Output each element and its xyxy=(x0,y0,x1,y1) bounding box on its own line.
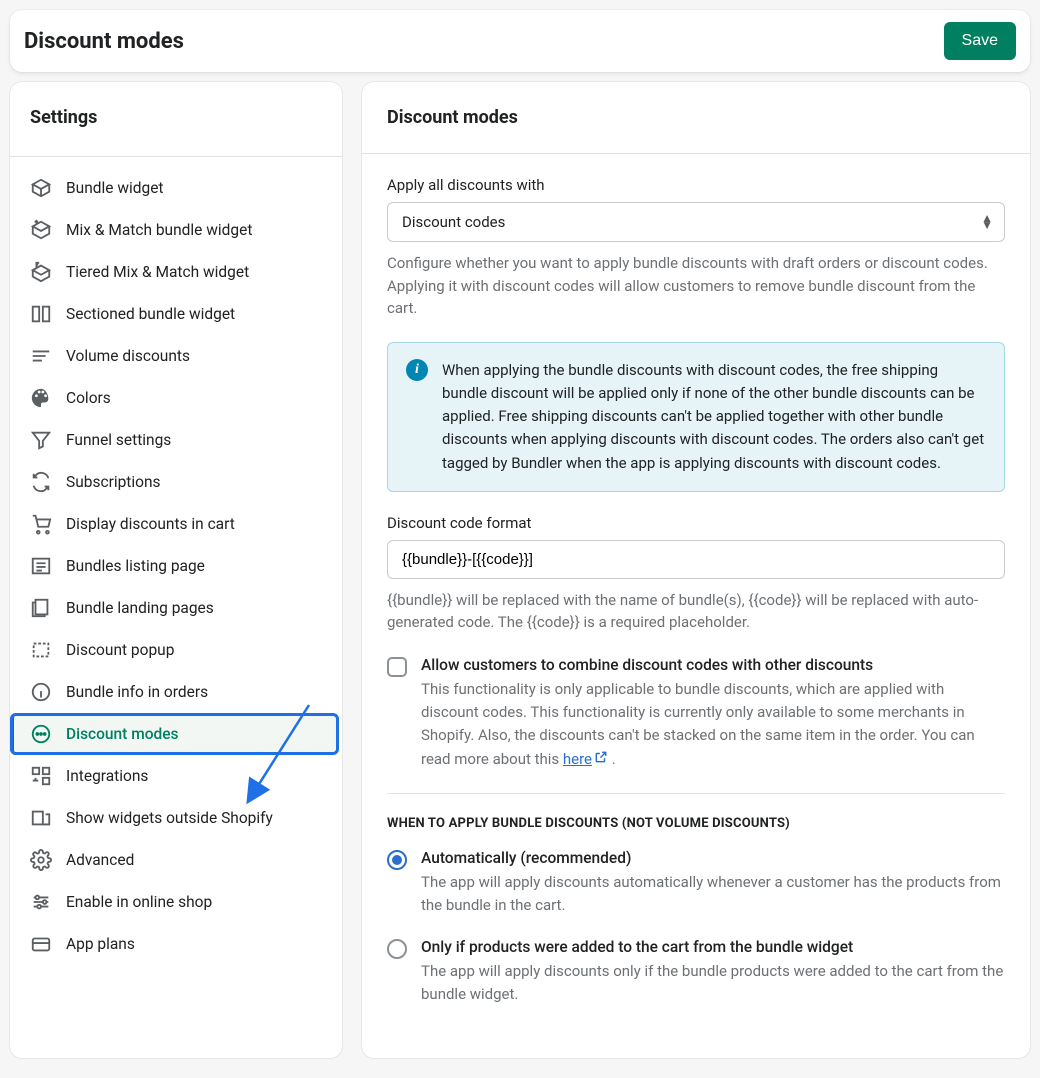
sidebar-item-outside[interactable]: Show widgets outside Shopify xyxy=(10,797,342,839)
sidebar-item-plans[interactable]: App plans xyxy=(10,923,342,965)
card-icon xyxy=(30,933,52,955)
radio-automatic-label: Automatically (recommended) xyxy=(421,849,1005,867)
sidebar-item-popup[interactable]: Discount popup xyxy=(10,629,342,671)
volume-discount-icon xyxy=(30,345,52,367)
sidebar-item-label: Bundles listing page xyxy=(66,557,205,575)
external-widget-icon xyxy=(30,807,52,829)
sidebar-item-label: Enable in online shop xyxy=(66,893,212,911)
list-icon xyxy=(30,555,52,577)
save-button[interactable]: Save xyxy=(944,22,1016,60)
combine-link[interactable]: here xyxy=(563,750,608,768)
sidebar-item-label: Advanced xyxy=(66,851,134,869)
when-heading: When to apply bundle discounts (not volu… xyxy=(387,816,1005,831)
sidebar-item-listing[interactable]: Bundles listing page xyxy=(10,545,342,587)
page-header: Discount modes Save xyxy=(10,10,1030,72)
sidebar-item-label: Volume discounts xyxy=(66,347,190,365)
sidebar-item-advanced[interactable]: Advanced xyxy=(10,839,342,881)
palette-icon xyxy=(30,387,52,409)
sidebar-item-label: Discount modes xyxy=(66,725,179,743)
banner-text: When applying the bundle discounts with … xyxy=(442,359,986,475)
sidebar-item-landing[interactable]: Bundle landing pages xyxy=(10,587,342,629)
combine-checkbox[interactable] xyxy=(387,657,407,677)
gear-icon xyxy=(30,849,52,871)
sidebar-item-label: Funnel settings xyxy=(66,431,171,449)
popup-icon xyxy=(30,639,52,661)
code-format-input[interactable] xyxy=(387,540,1005,579)
radio-automatic-input[interactable] xyxy=(387,850,407,870)
modes-icon xyxy=(30,723,52,745)
sidebar-item-label: Tiered Mix & Match widget xyxy=(66,263,249,281)
sidebar-item-tiered[interactable]: Tiered Mix & Match widget xyxy=(10,251,342,293)
radio-automatic[interactable]: Automatically (recommended) The app will… xyxy=(387,849,1005,918)
sidebar-item-mixmatch[interactable]: Mix & Match bundle widget xyxy=(10,209,342,251)
sidebar-item-label: Sectioned bundle widget xyxy=(66,305,235,323)
radio-widget-only-desc: The app will apply discounts only if the… xyxy=(421,960,1005,1007)
external-link-icon xyxy=(594,748,608,771)
cart-icon xyxy=(30,513,52,535)
sidebar-item-label: Show widgets outside Shopify xyxy=(66,809,273,827)
radio-widget-only-input[interactable] xyxy=(387,939,407,959)
sidebar-item-bundle-widget[interactable]: Bundle widget xyxy=(10,167,342,209)
info-icon xyxy=(30,681,52,703)
sidebar-item-cart-discounts[interactable]: Display discounts in cart xyxy=(10,503,342,545)
sidebar-item-sectioned[interactable]: Sectioned bundle widget xyxy=(10,293,342,335)
code-format-label: Discount code format xyxy=(387,514,1005,532)
radio-widget-only-label: Only if products were added to the cart … xyxy=(421,938,1005,956)
code-format-help: {{bundle}} will be replaced with the nam… xyxy=(387,589,1005,634)
main-title: Discount modes xyxy=(362,82,1030,154)
sidebar-item-funnel[interactable]: Funnel settings xyxy=(10,419,342,461)
integrations-icon xyxy=(30,765,52,787)
sidebar-item-label: Bundle info in orders xyxy=(66,683,208,701)
combine-checkbox-row[interactable]: Allow customers to combine discount code… xyxy=(387,656,1005,771)
settings-sidebar: Settings Bundle widget Mix & Match bundl… xyxy=(10,82,342,1058)
sidebar-title: Settings xyxy=(10,82,342,157)
divider xyxy=(387,793,1005,794)
info-circle-icon: i xyxy=(406,359,428,381)
sidebar-item-subscriptions[interactable]: Subscriptions xyxy=(10,461,342,503)
apply-label: Apply all discounts with xyxy=(387,176,1005,194)
sidebar-item-label: Mix & Match bundle widget xyxy=(66,221,252,239)
sliders-icon xyxy=(30,891,52,913)
sidebar-item-label: Integrations xyxy=(66,767,148,785)
radio-widget-only[interactable]: Only if products were added to the cart … xyxy=(387,938,1005,1007)
sections-icon xyxy=(30,303,52,325)
box-stack-icon xyxy=(30,261,52,283)
apply-select[interactable]: Discount codes xyxy=(387,202,1005,242)
sidebar-nav: Bundle widget Mix & Match bundle widget … xyxy=(10,157,342,975)
sidebar-item-enable[interactable]: Enable in online shop xyxy=(10,881,342,923)
pages-icon xyxy=(30,597,52,619)
sidebar-item-info[interactable]: Bundle info in orders xyxy=(10,671,342,713)
sidebar-item-label: Discount popup xyxy=(66,641,174,659)
box-plus-icon xyxy=(30,219,52,241)
sidebar-item-label: Display discounts in cart xyxy=(66,515,235,533)
funnel-icon xyxy=(30,429,52,451)
page-title: Discount modes xyxy=(24,29,184,54)
combine-desc: This functionality is only applicable to… xyxy=(421,678,1005,771)
radio-automatic-desc: The app will apply discounts automatical… xyxy=(421,871,1005,918)
sidebar-item-label: App plans xyxy=(66,935,135,953)
box-icon xyxy=(30,177,52,199)
sidebar-item-label: Bundle landing pages xyxy=(66,599,214,617)
sidebar-item-colors[interactable]: Colors xyxy=(10,377,342,419)
sidebar-item-label: Bundle widget xyxy=(66,179,164,197)
sync-icon xyxy=(30,471,52,493)
apply-help: Configure whether you want to apply bund… xyxy=(387,252,1005,320)
main-panel: Discount modes Apply all discounts with … xyxy=(362,82,1030,1058)
sidebar-item-discount-modes[interactable]: Discount modes xyxy=(10,713,339,755)
sidebar-item-volume[interactable]: Volume discounts xyxy=(10,335,342,377)
sidebar-item-label: Colors xyxy=(66,389,111,407)
sidebar-item-integrations[interactable]: Integrations xyxy=(10,755,342,797)
sidebar-item-label: Subscriptions xyxy=(66,473,161,491)
combine-label: Allow customers to combine discount code… xyxy=(421,656,1005,674)
info-banner: i When applying the bundle discounts wit… xyxy=(387,342,1005,492)
